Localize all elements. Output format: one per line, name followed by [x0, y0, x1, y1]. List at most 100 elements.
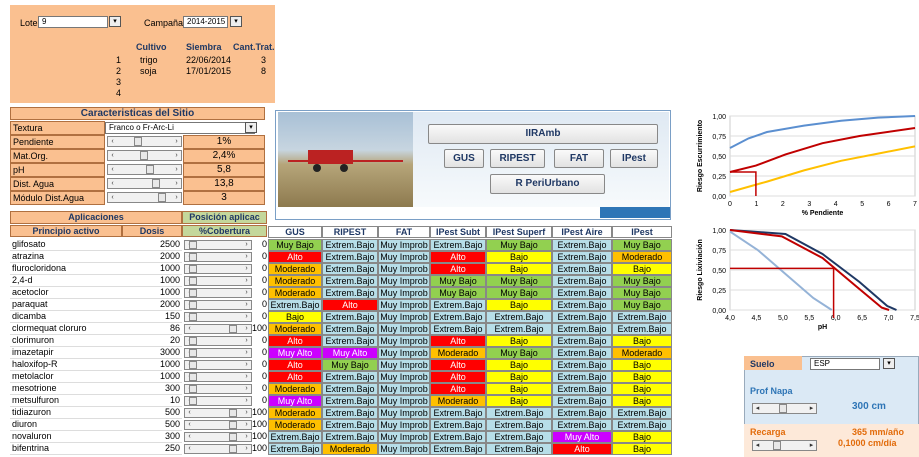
risk-cell: Muy Improb	[378, 311, 430, 323]
cobertura-value: 0	[261, 359, 267, 369]
cobertura-slider[interactable]: ‹›	[184, 240, 252, 250]
crop-row-number: 1	[116, 55, 122, 65]
dosis-header: Dosis	[122, 225, 182, 237]
risk-cell: Muy Improb	[378, 395, 430, 407]
risk-cell: Alto	[268, 251, 322, 263]
cobertura-slider[interactable]: ‹›	[184, 276, 252, 286]
textura-select[interactable]: Franco o Fr-Arc-Li	[105, 122, 255, 134]
risk-cell: Muy Improb	[378, 275, 430, 287]
risk-cell: Muy Improb	[378, 431, 430, 443]
cobertura-slider[interactable]: ‹›	[184, 360, 252, 370]
risk-cell: Muy Improb	[378, 287, 430, 299]
x-tick-label: 4	[834, 201, 838, 208]
cobertura-slider[interactable]: ‹›	[184, 396, 252, 406]
periurbano-button[interactable]: R PeriUrbano	[490, 174, 605, 194]
cobertura-slider[interactable]: ‹›	[184, 444, 252, 454]
campana-label: Campaña	[144, 18, 184, 28]
site-slider[interactable]: ‹ ›	[107, 164, 182, 175]
principio-activo: atrazina	[10, 251, 122, 263]
x-tick-label: 6,0	[831, 315, 841, 322]
risk-cell: Extrem.Bajo	[552, 371, 612, 383]
cobertura-value: 0	[261, 383, 267, 393]
principio-activo: novaluron	[10, 431, 122, 443]
risk-cell: Extrem.Bajo	[322, 311, 378, 323]
risk-cell: Alto	[430, 383, 486, 395]
cobertura-slider[interactable]: ‹›	[184, 300, 252, 310]
col-header-ipest-superf: IPest Superf	[486, 226, 552, 238]
chart-lixiviacion: 0,00 0,25 0,50 0,75 1,00 4,0 4,5 5,0 5,5 6,0 6,5 7,…	[697, 228, 919, 331]
risk-cell: Moderado	[322, 443, 378, 455]
ripest-button[interactable]: RIPEST	[490, 149, 545, 168]
cobertura-slider[interactable]: ‹›	[184, 264, 252, 274]
suelo-dropdown-button[interactable]: ▾	[883, 358, 895, 369]
risk-cell: Muy Alto	[552, 431, 612, 443]
principio-activo: 2,4-d	[10, 275, 122, 287]
risk-cell: Extrem.Bajo	[430, 239, 486, 251]
risk-cell: Alto	[268, 335, 322, 347]
cobertura-value: 100	[252, 419, 268, 429]
risk-cell: Bajo	[612, 359, 672, 371]
ipest-button[interactable]: IPest	[610, 149, 658, 168]
cobertura-slider[interactable]: ‹›	[184, 324, 252, 334]
risk-cell: Bajo	[268, 311, 322, 323]
risk-cell: Extrem.Bajo	[322, 275, 378, 287]
campana-dropdown-button[interactable]: ▾	[230, 16, 242, 27]
cobertura-slider[interactable]: ‹›	[184, 336, 252, 346]
risk-cell: Muy Bajo	[612, 275, 672, 287]
cobertura-slider[interactable]: ‹›	[184, 252, 252, 262]
col-header-fat: FAT	[378, 226, 430, 238]
dosis-value: 3000	[122, 347, 182, 359]
risk-cell: Bajo	[486, 335, 552, 347]
risk-cell: Muy Alto	[268, 347, 322, 359]
x-axis-label: % Pendiente	[802, 210, 844, 217]
risk-cell: Bajo	[486, 359, 552, 371]
site-slider[interactable]: ‹ ›	[107, 178, 182, 189]
y-axis-label: Riesgo Escurrimiento	[697, 120, 704, 192]
risk-cell: Muy Bajo	[612, 287, 672, 299]
dosis-value: 500	[122, 407, 182, 419]
risk-cell: Bajo	[612, 263, 672, 275]
site-slider[interactable]: ‹ ›	[107, 150, 182, 161]
campana-select[interactable]: 2014-2015	[183, 16, 228, 28]
cobertura-slider[interactable]: ‹›	[184, 432, 252, 442]
lote-dropdown-button[interactable]: ▾	[109, 16, 121, 27]
cobertura-slider[interactable]: ‹›	[184, 384, 252, 394]
dosis-value: 150	[122, 311, 182, 323]
y-tick-label: 0,75	[712, 248, 726, 255]
risk-cell: Muy Bajo	[322, 359, 378, 371]
risk-cell: Extrem.Bajo	[322, 431, 378, 443]
gus-button[interactable]: GUS	[444, 149, 484, 168]
prof-napa-slider[interactable]: ◂ ▸	[752, 403, 817, 414]
cobertura-value: 0	[261, 239, 267, 249]
risk-cell: Extrem.Bajo	[322, 335, 378, 347]
lote-select[interactable]: 9	[38, 16, 108, 28]
risk-cell: Extrem.Bajo	[552, 347, 612, 359]
site-slider[interactable]: ‹ ›	[107, 136, 182, 147]
y-tick-label: 0,25	[712, 288, 726, 295]
site-label: Textura	[10, 121, 105, 135]
recarga-slider[interactable]: ◂ ▸	[752, 440, 817, 451]
risk-cell: Muy Improb	[378, 443, 430, 455]
site-slider[interactable]: ‹ ›	[107, 192, 182, 203]
textura-dropdown-button[interactable]: ▾	[245, 122, 257, 133]
cobertura-slider[interactable]: ‹›	[184, 312, 252, 322]
principio-activo: glifosato	[10, 239, 122, 251]
suelo-select[interactable]: ESP	[810, 358, 880, 370]
principio-activo: clorimuron	[10, 335, 122, 347]
risk-cell: Bajo	[486, 251, 552, 263]
risk-cell: Extrem.Bajo	[430, 431, 486, 443]
cobertura-slider[interactable]: ‹›	[184, 420, 252, 430]
risk-cell: Alto	[268, 371, 322, 383]
cobertura-slider[interactable]: ‹›	[184, 348, 252, 358]
risk-cell: Extrem.Bajo	[322, 251, 378, 263]
cobertura-slider[interactable]: ‹›	[184, 408, 252, 418]
dosis-value: 86	[122, 323, 182, 335]
risk-cell: Muy Improb	[378, 347, 430, 359]
cobertura-header: %Cobertura	[182, 225, 267, 237]
risk-cell: Bajo	[612, 335, 672, 347]
cobertura-slider[interactable]: ‹›	[184, 288, 252, 298]
risk-cell: Extrem.Bajo	[552, 251, 612, 263]
iirramb-button[interactable]: IIRAmb	[428, 124, 658, 144]
fat-button[interactable]: FAT	[554, 149, 604, 168]
cobertura-slider[interactable]: ‹›	[184, 372, 252, 382]
